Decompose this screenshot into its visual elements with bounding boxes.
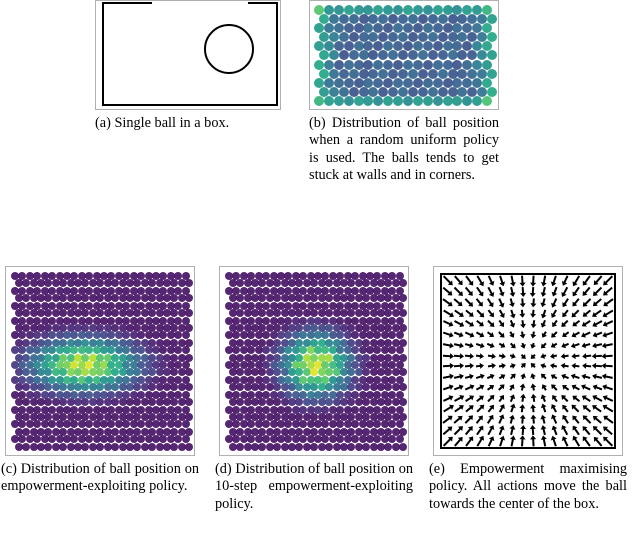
figure-e-container (433, 266, 623, 456)
panel-a: (a) Single ball in a box. (95, 0, 281, 185)
panel-e: (e) Empowerment maximising policy. All a… (428, 266, 628, 513)
figure-d-container (219, 266, 409, 456)
figure-b-container (309, 0, 499, 110)
heatmap-b (314, 5, 492, 105)
caption-b: (b) Distribution of ball position when a… (309, 115, 499, 185)
panel-d: (d) Distribution of ball position on 10-… (214, 266, 414, 513)
panel-b: (b) Distribution of ball position when a… (309, 0, 499, 185)
vector-field-e (440, 273, 616, 449)
ball-icon (204, 24, 254, 74)
figure-c-container (5, 266, 195, 456)
caption-a: (a) Single ball in a box. (95, 115, 281, 132)
panel-c: (c) Distribution of ball position on emp… (0, 266, 200, 513)
caption-c: (c) Distribution of ball position on emp… (1, 461, 199, 496)
heatmap-c (11, 272, 189, 450)
box-outline (102, 4, 278, 106)
caption-e: (e) Empowerment maximising policy. All a… (429, 461, 627, 513)
caption-d: (d) Distribution of ball position on 10-… (215, 461, 413, 513)
heatmap-d (225, 272, 403, 450)
figure-a-container (95, 0, 281, 110)
